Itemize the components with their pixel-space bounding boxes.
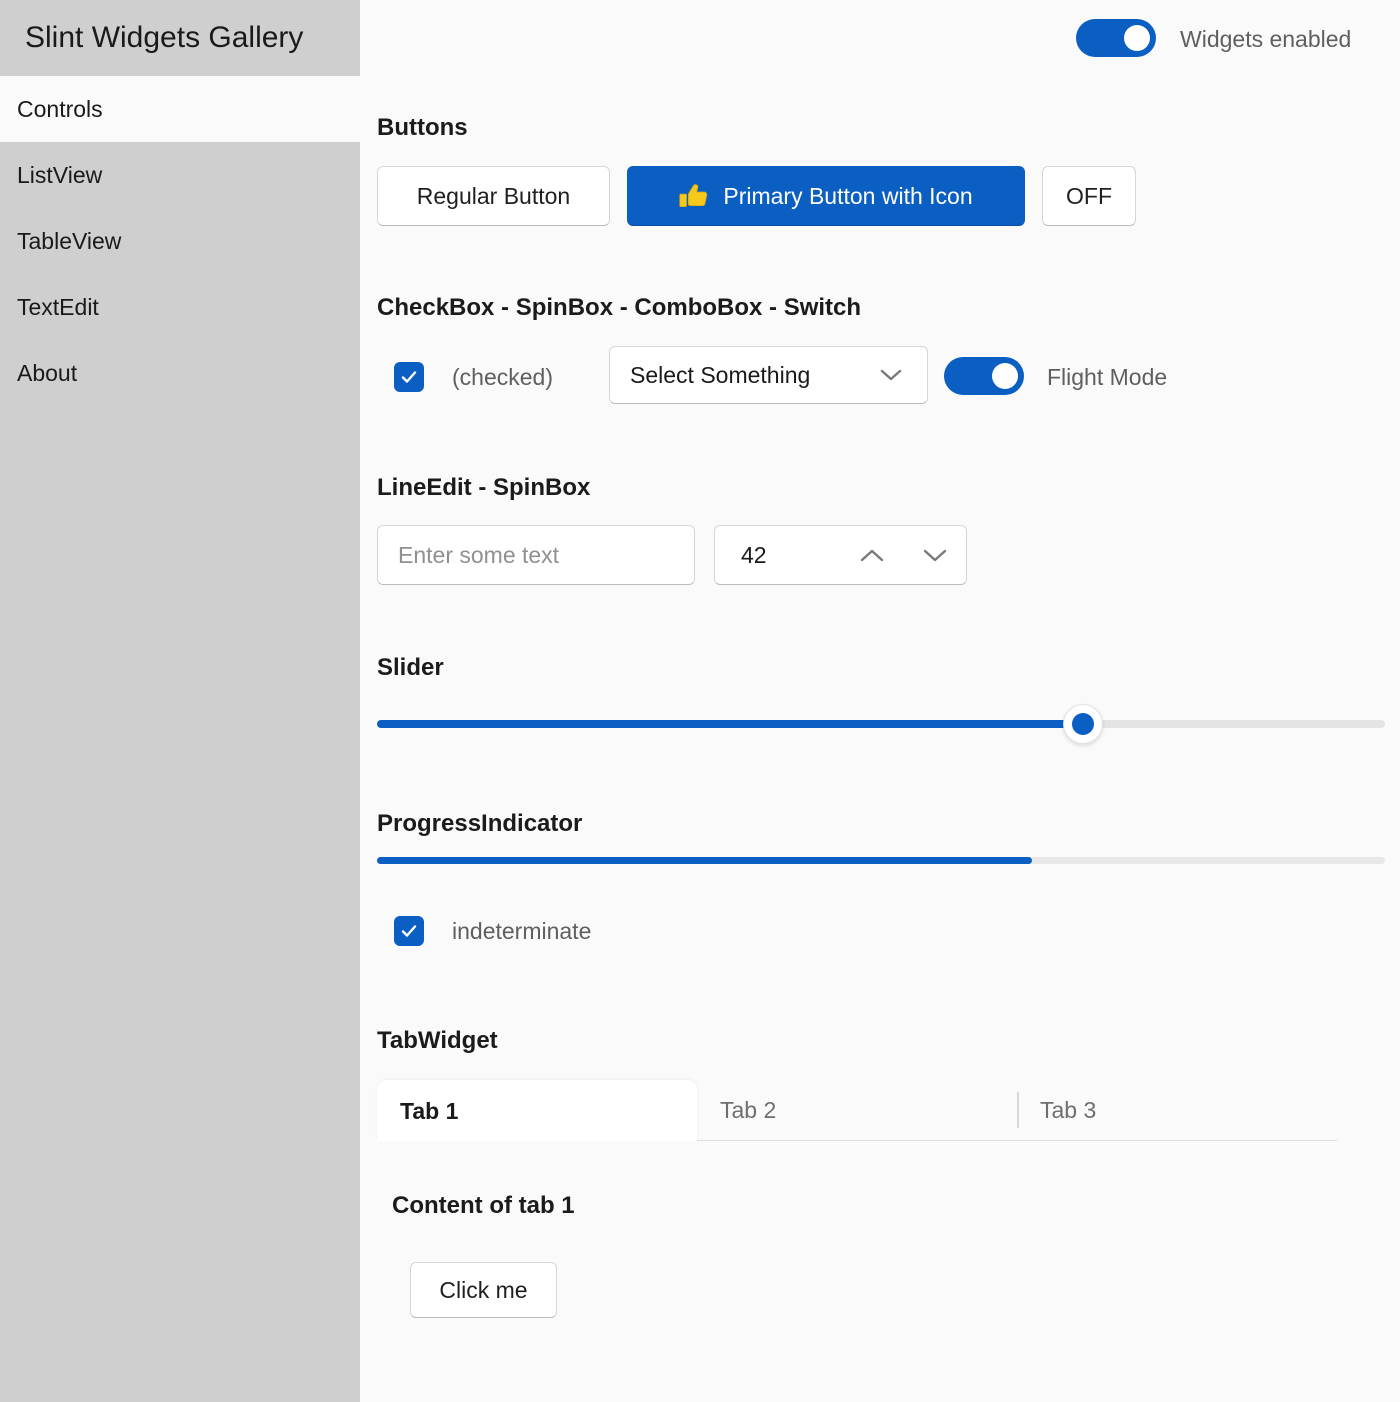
switch-knob: [992, 363, 1018, 389]
spinbox-decrement-button[interactable]: [903, 526, 966, 584]
click-me-button[interactable]: Click me: [410, 1262, 557, 1318]
tab-2[interactable]: Tab 2: [697, 1080, 1017, 1140]
regular-button[interactable]: Regular Button: [377, 166, 610, 226]
progress-heading: ProgressIndicator: [377, 810, 582, 838]
switch-knob: [1124, 25, 1150, 51]
sidebar-item-listview[interactable]: ListView: [0, 142, 360, 208]
slider-handle[interactable]: [1063, 704, 1103, 744]
sidebar-item-label: Controls: [17, 96, 103, 123]
spinbox-increment-button[interactable]: [840, 526, 903, 584]
check-icon: [399, 921, 419, 941]
checked-checkbox-label: (checked): [452, 364, 553, 391]
thumbs-up-icon: [679, 181, 709, 211]
checked-checkbox[interactable]: [394, 362, 424, 392]
primary-button[interactable]: Primary Button with Icon: [627, 166, 1025, 226]
sidebar-item-controls[interactable]: Controls: [0, 76, 360, 142]
widgets-enabled-switch[interactable]: [1076, 19, 1156, 57]
slider-handle-dot: [1072, 713, 1094, 735]
controls-heading: CheckBox - SpinBox - ComboBox - Switch: [377, 294, 861, 322]
chevron-down-icon: [922, 548, 948, 563]
indeterminate-label: indeterminate: [452, 918, 591, 945]
progress-fill: [377, 857, 1032, 864]
spinbox-value[interactable]: 42: [715, 542, 840, 569]
buttons-heading: Buttons: [377, 114, 468, 142]
sidebar-item-textedit[interactable]: TextEdit: [0, 274, 360, 340]
tab-1[interactable]: Tab 1: [377, 1080, 697, 1142]
slider-heading: Slider: [377, 654, 444, 682]
sidebar-item-label: About: [17, 360, 77, 387]
sidebar-item-tableview[interactable]: TableView: [0, 208, 360, 274]
sidebar-item-label: TableView: [17, 228, 121, 255]
tab-bar: Tab 1 Tab 2 Tab 3: [377, 1080, 1337, 1142]
combobox-value: Select Something: [630, 362, 810, 389]
flight-mode-switch[interactable]: [944, 357, 1024, 395]
sidebar-item-about[interactable]: About: [0, 340, 360, 406]
tab-label: Tab 1: [400, 1098, 458, 1125]
progress-indicator: [377, 857, 1385, 864]
tab-bar-baseline: [697, 1140, 1337, 1141]
tab-label: Tab 3: [1040, 1097, 1096, 1124]
indeterminate-checkbox[interactable]: [394, 916, 424, 946]
slider-fill: [377, 720, 1083, 728]
sidebar-item-label: ListView: [17, 162, 102, 189]
slider-track[interactable]: [377, 720, 1385, 728]
tab-label: Tab 2: [720, 1097, 776, 1124]
off-button[interactable]: OFF: [1042, 166, 1136, 226]
lineedit-input[interactable]: [377, 525, 695, 585]
tab-3[interactable]: Tab 3: [1017, 1080, 1337, 1140]
chevron-up-icon: [859, 548, 885, 563]
primary-button-label: Primary Button with Icon: [723, 183, 972, 210]
tabwidget-heading: TabWidget: [377, 1027, 498, 1055]
lineedit-heading: LineEdit - SpinBox: [377, 474, 590, 502]
sidebar-item-label: TextEdit: [17, 294, 99, 321]
app-title: Slint Widgets Gallery: [0, 0, 360, 76]
combobox[interactable]: Select Something: [609, 346, 928, 404]
widgets-enabled-label: Widgets enabled: [1180, 26, 1351, 53]
tab-content-heading: Content of tab 1: [392, 1192, 575, 1220]
chevron-down-icon: [879, 368, 903, 382]
spinbox[interactable]: 42: [714, 525, 967, 585]
flight-mode-label: Flight Mode: [1047, 364, 1167, 391]
sidebar: Slint Widgets Gallery Controls ListView …: [0, 0, 360, 1402]
check-icon: [399, 367, 419, 387]
